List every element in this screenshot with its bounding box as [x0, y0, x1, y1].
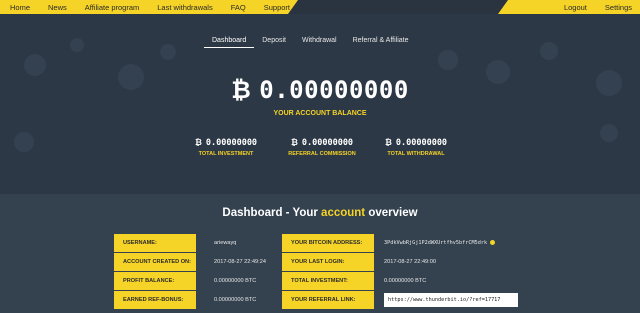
bitcoin-address-value: 3PdkVwbRjGj1P2dWXUrtfhv5bfrCM5drk	[384, 234, 496, 252]
stat-total-investment: ₿ 0.00000000 TOTAL INVESTMENT	[176, 137, 276, 157]
overview-title: Dashboard - Your account overview	[0, 207, 640, 219]
bitcoin-address-label: YOUR BITCOIN ADDRESS:	[282, 234, 374, 252]
balance-value: ₿ 0.00000000	[0, 76, 640, 105]
main-nav: Home News Affiliate program Last withdra…	[0, 0, 298, 14]
table-row: PROFIT BALANCE: 0.00000000 BTC TOTAL INV…	[114, 272, 526, 290]
nav-last-withdrawals[interactable]: Last withdrawals	[157, 3, 212, 12]
referral-link-label: YOUR REFERRAL LINK:	[282, 291, 374, 309]
overview-title-highlight: account	[321, 207, 366, 219]
earned-ref-bonus-label: EARNED REF-BONUS:	[114, 291, 196, 309]
dashboard-tabs: Dashboard Deposit Withdrawal Referral & …	[204, 34, 417, 48]
nav-affiliate-program[interactable]: Affiliate program	[85, 3, 139, 12]
bitcoin-address-text: 3PdkVwbRjGj1P2dWXUrtfhv5bfrCM5drk	[384, 240, 488, 246]
created-on-value: 2017-08-27 22:49:24	[214, 259, 266, 265]
profit-balance-value: 0.00000000 BTC	[214, 278, 257, 284]
bitcoin-icon: ₿	[384, 138, 392, 148]
balance-label: YOUR ACCOUNT BALANCE	[273, 110, 367, 117]
nav-support[interactable]: Support	[264, 3, 290, 12]
tab-dashboard[interactable]: Dashboard	[204, 34, 255, 48]
tab-withdrawal[interactable]: Withdrawal	[294, 34, 345, 48]
total-investment-value: 0.00000000 BTC	[384, 278, 427, 284]
table-row: ACCOUNT CREATED ON: 2017-08-27 22:49:24 …	[114, 253, 526, 271]
tab-referral-affiliate[interactable]: Referral & Affiliate	[345, 34, 417, 48]
created-on-label: ACCOUNT CREATED ON:	[114, 253, 196, 271]
nav-settings[interactable]: Settings	[605, 3, 632, 12]
nav-logout[interactable]: Logout	[564, 3, 587, 12]
stat-label: REFERRAL COMMISSION	[288, 151, 356, 157]
stat-value: 0.00000000	[205, 138, 258, 148]
profit-balance-label: PROFIT BALANCE:	[114, 272, 196, 290]
nav-home[interactable]: Home	[10, 3, 30, 12]
overview-title-suffix: overview	[365, 207, 418, 219]
bitcoin-icon: ₿	[231, 76, 252, 104]
total-investment-label: TOTAL INVESTMENT:	[282, 272, 374, 290]
table-row: USERNAME: ariewayq YOUR BITCOIN ADDRESS:…	[114, 234, 526, 252]
stat-total-withdrawal: ₿ 0.00000000 TOTAL WITHDRAWAL	[366, 137, 466, 157]
bitcoin-icon: ₿	[290, 138, 298, 148]
stat-value: 0.00000000	[395, 138, 448, 148]
account-balance: ₿ 0.00000000 YOUR ACCOUNT BALANCE	[0, 76, 640, 117]
bitcoin-icon: ₿	[194, 138, 202, 148]
nav-faq[interactable]: FAQ	[231, 3, 246, 12]
table-row: EARNED REF-BONUS: 0.00000000 BTC YOUR RE…	[114, 291, 526, 309]
stat-label: TOTAL INVESTMENT	[198, 151, 254, 157]
last-login-value: 2017-08-27 22:49:00	[384, 259, 436, 265]
stat-value: 0.00000000	[301, 138, 354, 148]
earned-ref-bonus-value: 0.00000000 BTC	[214, 297, 257, 303]
stat-label: TOTAL WITHDRAWAL	[387, 151, 445, 157]
nav-news[interactable]: News	[48, 3, 67, 12]
overview-title-prefix: Dashboard - Your	[222, 207, 322, 219]
last-login-label: YOUR LAST LOGIN:	[282, 253, 374, 271]
username-label: USERNAME:	[114, 234, 196, 252]
balance-amount: 0.00000000	[259, 76, 409, 104]
referral-link-field[interactable]: https://www.thunderbit.io/?ref=17717	[384, 293, 518, 307]
copy-icon[interactable]	[490, 240, 496, 245]
username-value: ariewayq	[214, 240, 237, 246]
account-nav: Logout Settings	[498, 0, 640, 14]
stat-referral-commission: ₿ 0.00000000 REFERRAL COMMISSION	[272, 137, 372, 157]
tab-deposit[interactable]: Deposit	[254, 34, 294, 48]
